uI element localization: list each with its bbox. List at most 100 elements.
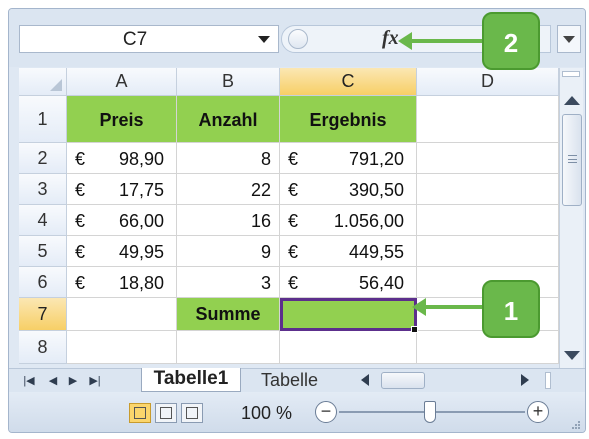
prev-sheet-icon[interactable]: ◀ (45, 374, 61, 388)
zoom-out-button[interactable]: − (315, 401, 337, 423)
cell-text: Preis (99, 110, 144, 130)
currency-symbol: € (288, 149, 299, 169)
row-header-8[interactable]: 8 (19, 331, 67, 364)
cell-B7[interactable]: Summe (177, 298, 280, 331)
sum-label: Summe (195, 304, 261, 324)
scroll-up-arrow-icon[interactable] (564, 96, 580, 105)
cell-C1[interactable]: Ergebnis (280, 96, 417, 143)
status-bar: 100 % − + (9, 392, 585, 432)
cell-D5[interactable] (417, 236, 559, 267)
page-break-icon (186, 407, 198, 419)
last-sheet-icon[interactable]: ▶| (87, 374, 103, 388)
active-cell-border (280, 298, 417, 331)
scroll-down-arrow-icon[interactable] (564, 351, 580, 360)
row-header-5[interactable]: 5 (19, 236, 67, 267)
cell-C2[interactable]: €791,20 (280, 143, 417, 174)
cell-B2[interactable]: 8 (177, 143, 280, 174)
column-header-b[interactable]: B (177, 68, 280, 96)
cell-value: 9 (260, 242, 271, 262)
cell-D2[interactable] (417, 143, 559, 174)
cell-C5[interactable]: €449,55 (280, 236, 417, 267)
cell-B5[interactable]: 9 (177, 236, 280, 267)
select-all-corner[interactable] (19, 68, 67, 96)
resize-grip-icon[interactable] (571, 420, 581, 430)
cell-A4[interactable]: €66,00 (67, 205, 177, 236)
zoom-slider-thumb[interactable] (424, 401, 436, 423)
page-icon (160, 407, 172, 419)
sheet-tab-tabelle2[interactable]: Tabelle (247, 369, 347, 391)
zoom-level[interactable]: 100 % (241, 403, 292, 424)
cell-value: 390,50 (348, 180, 404, 200)
cell-value: 16 (250, 211, 271, 231)
cell-D1[interactable] (417, 96, 559, 143)
cell-value: 66,00 (118, 211, 164, 231)
callout-arrow-2-head (398, 32, 412, 50)
cell-text: Anzahl (198, 110, 258, 130)
cell-B1[interactable]: Anzahl (177, 96, 280, 143)
excel-window: C7 fx A B C D 1 2 3 4 5 6 7 8 Preis Anza… (8, 8, 586, 433)
cell-A6[interactable]: €18,80 (67, 267, 177, 298)
next-sheet-icon[interactable]: ▶ (65, 374, 81, 388)
first-sheet-icon[interactable]: |◀ (21, 374, 37, 388)
horizontal-scroll-thumb[interactable] (381, 372, 425, 389)
cell-B4[interactable]: 16 (177, 205, 280, 236)
cell-A5[interactable]: €49,95 (67, 236, 177, 267)
normal-view-button[interactable] (129, 403, 151, 423)
grid-icon (134, 407, 146, 419)
fill-handle[interactable] (411, 326, 418, 333)
cell-A3[interactable]: €17,75 (67, 174, 177, 205)
scroll-right-arrow-icon[interactable] (521, 374, 529, 386)
fx-button[interactable]: fx (382, 27, 399, 50)
cell-A8[interactable] (67, 331, 177, 364)
chevron-down-icon[interactable] (258, 36, 270, 43)
cell-C8[interactable] (280, 331, 417, 364)
page-layout-view-button[interactable] (155, 403, 177, 423)
column-header-d[interactable]: D (417, 68, 559, 96)
vertical-scrollbar[interactable] (559, 68, 583, 368)
callout-arrow-2-line (410, 39, 484, 43)
row-header-2[interactable]: 2 (19, 143, 67, 174)
callout-badge-1: 1 (482, 280, 540, 338)
cell-C4[interactable]: €1.056,00 (280, 205, 417, 236)
cell-value: 3 (260, 273, 271, 293)
row-header-4[interactable]: 4 (19, 205, 67, 236)
split-box-icon[interactable] (562, 71, 580, 77)
cell-C6[interactable]: €56,40 (280, 267, 417, 298)
row-header-7[interactable]: 7 (19, 298, 67, 331)
column-header-c[interactable]: C (280, 68, 417, 96)
cell-D4[interactable] (417, 205, 559, 236)
cell-value: 18,80 (118, 273, 164, 293)
row-header-3[interactable]: 3 (19, 174, 67, 205)
cell-B3[interactable]: 22 (177, 174, 280, 205)
sheet-tab-tabelle1[interactable]: Tabelle1 (141, 368, 241, 392)
cell-B6[interactable]: 3 (177, 267, 280, 298)
cell-value: 98,90 (118, 149, 164, 169)
column-header-a[interactable]: A (67, 68, 177, 96)
corner-triangle-icon (50, 79, 62, 91)
cell-value: 449,55 (348, 242, 404, 262)
zoom-in-button[interactable]: + (527, 401, 549, 423)
row-header-6[interactable]: 6 (19, 267, 67, 298)
page-break-view-button[interactable] (181, 403, 203, 423)
cell-A1[interactable]: Preis (67, 96, 177, 143)
scroll-left-arrow-icon[interactable] (361, 374, 369, 386)
currency-symbol: € (288, 273, 299, 293)
currency-symbol: € (75, 180, 86, 200)
callout-arrow-1-line (424, 305, 484, 309)
cell-C3[interactable]: €390,50 (280, 174, 417, 205)
cell-value: 22 (250, 180, 271, 200)
scroll-thumb[interactable] (562, 114, 582, 206)
cell-B8[interactable] (177, 331, 280, 364)
row-header-1[interactable]: 1 (19, 96, 67, 143)
cell-A7[interactable] (67, 298, 177, 331)
cell-D3[interactable] (417, 174, 559, 205)
horizontal-split-box-icon[interactable] (545, 372, 551, 389)
sheet-tab-label: Tabelle (261, 370, 319, 390)
currency-symbol: € (288, 242, 299, 262)
cell-value: 1.056,00 (333, 211, 404, 231)
name-box[interactable]: C7 (19, 25, 279, 53)
callout-arrow-1-head (412, 298, 426, 316)
cell-value: 791,20 (348, 149, 404, 169)
cell-A2[interactable]: €98,90 (67, 143, 177, 174)
expand-formula-bar-button[interactable] (557, 25, 581, 53)
